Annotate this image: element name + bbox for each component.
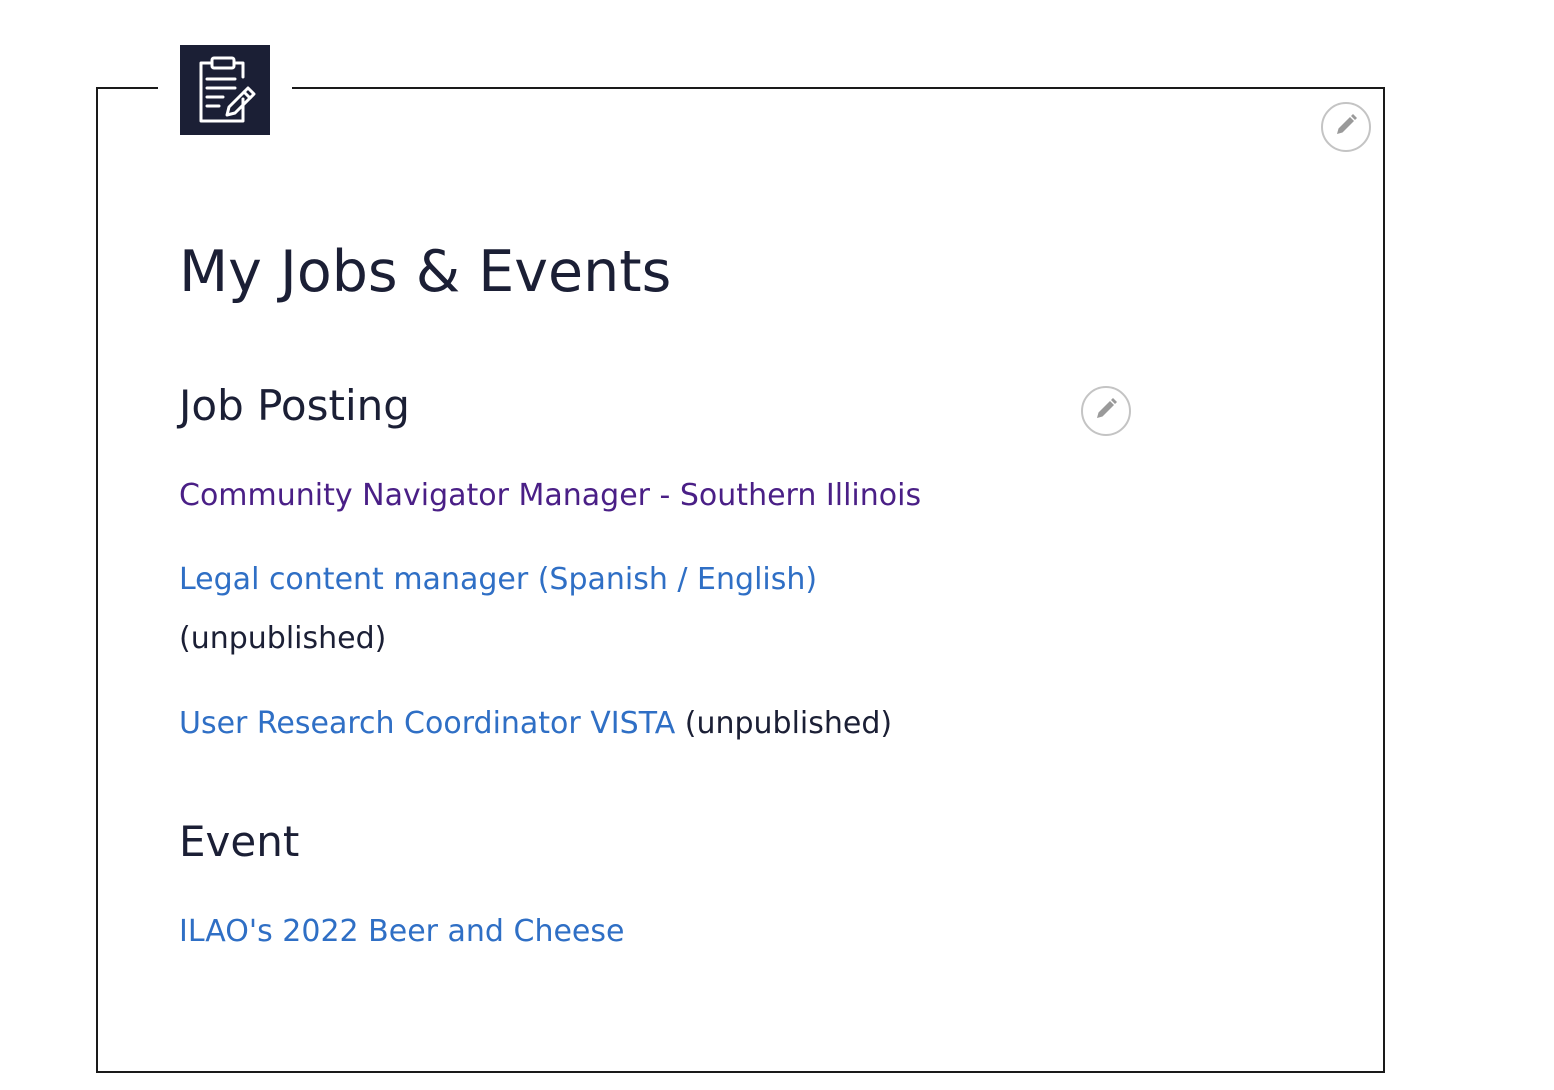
unpublished-status: (unpublished) xyxy=(684,706,893,741)
list-item: ILAO's 2022 Beer and Cheese xyxy=(179,902,624,962)
clipboard-edit-icon xyxy=(180,45,270,135)
job-link[interactable]: Legal content manager (Spanish / English… xyxy=(179,562,817,597)
list-item: Community Navigator Manager - Southern I… xyxy=(179,466,921,526)
event-heading: Event xyxy=(179,817,300,866)
list-item: User Research Coordinator VISTA (unpubli… xyxy=(179,694,892,754)
job-posting-heading: Job Posting xyxy=(179,381,410,430)
edit-card-button[interactable] xyxy=(1321,102,1371,152)
pencil-icon xyxy=(1094,397,1118,425)
job-link[interactable]: Community Navigator Manager - Southern I… xyxy=(179,478,921,513)
list-item: Legal content manager (Spanish / English… xyxy=(179,550,817,610)
page-title: My Jobs & Events xyxy=(179,239,672,305)
event-link[interactable]: ILAO's 2022 Beer and Cheese xyxy=(179,914,624,949)
job-link[interactable]: User Research Coordinator VISTA xyxy=(179,706,675,741)
list-item-status: (unpublished) xyxy=(179,609,386,669)
unpublished-status: (unpublished) xyxy=(179,621,387,656)
page: My Jobs & Events Job Posting Community N… xyxy=(0,0,1554,1090)
pencil-icon xyxy=(1334,113,1358,141)
edit-job-posting-button[interactable] xyxy=(1081,386,1131,436)
